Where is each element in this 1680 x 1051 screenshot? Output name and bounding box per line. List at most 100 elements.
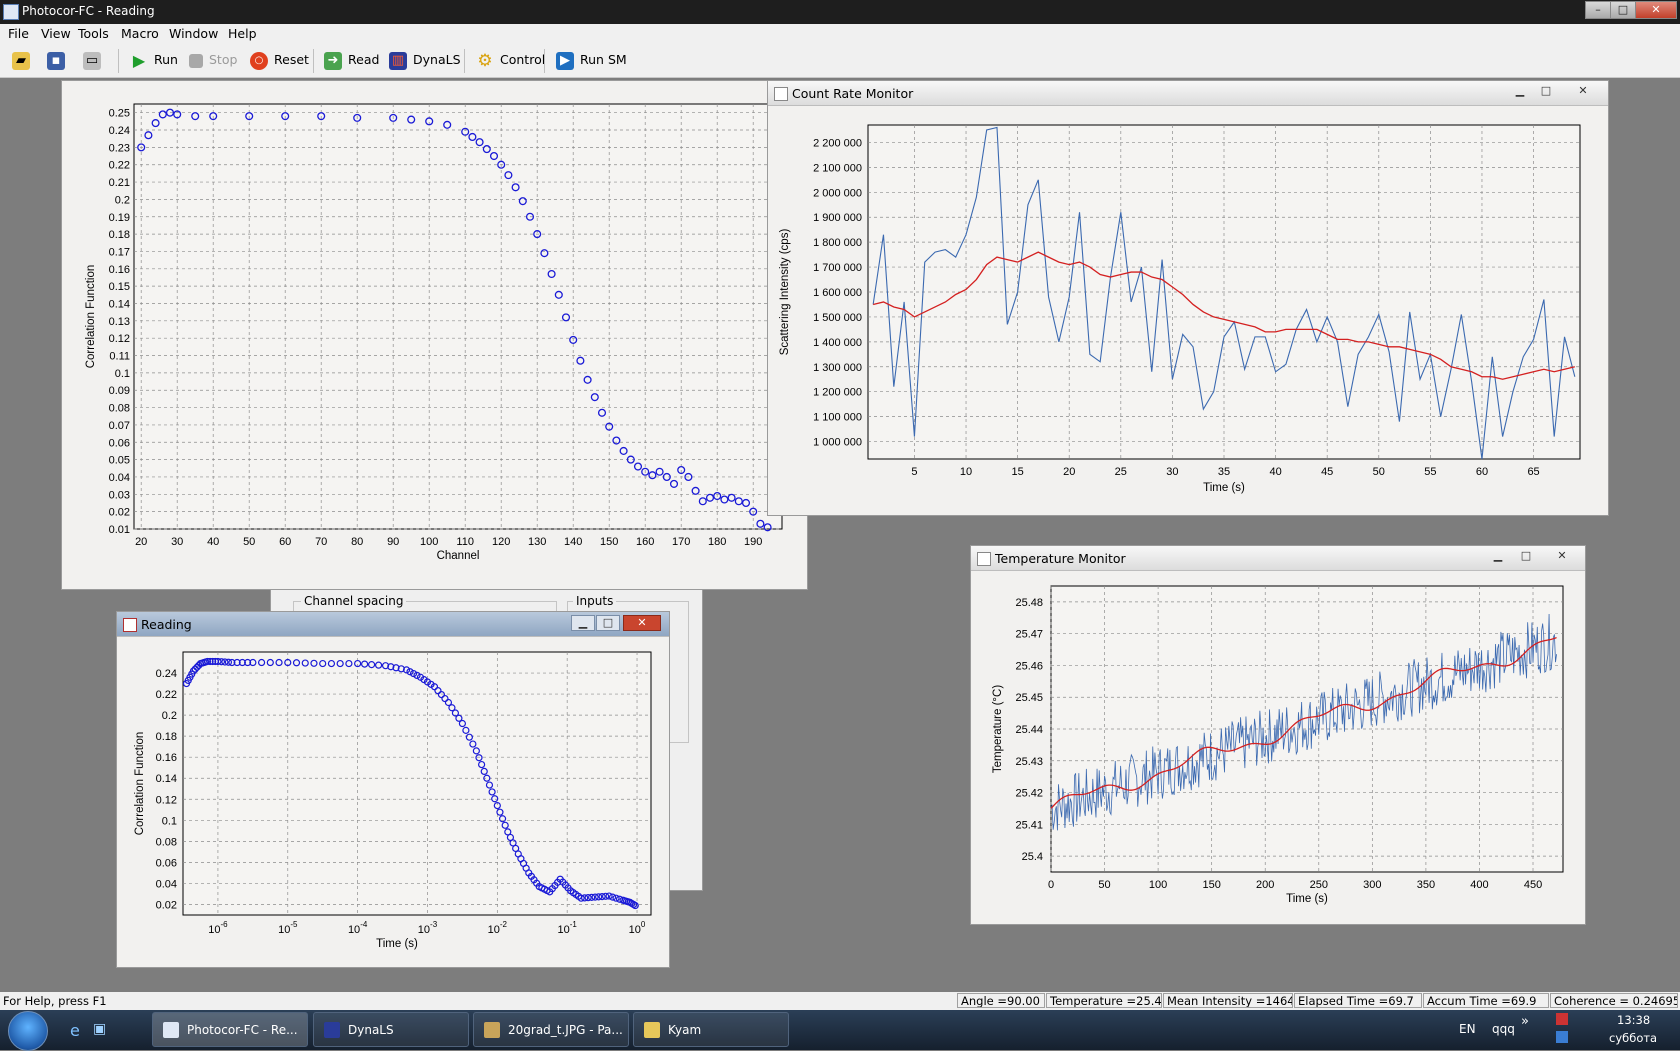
x-tick-label: 100: [1149, 879, 1167, 891]
y-tick-label: 1 800 000: [813, 237, 862, 249]
control-button[interactable]: ⚙ Control: [476, 49, 545, 71]
coherence-readout: Coherence = 0.24695: [1550, 993, 1678, 1008]
menu-window[interactable]: Window: [169, 26, 218, 41]
chevron-right-icon[interactable]: »: [1521, 1014, 1529, 1029]
y-tick-label: 1 100 000: [813, 412, 862, 424]
start-button[interactable]: [8, 1011, 48, 1051]
x-axis-label: Time (s): [376, 938, 418, 950]
y-tick-label: 25.45: [1015, 692, 1043, 704]
elapsed-time-readout: Elapsed Time =69.7: [1294, 993, 1422, 1008]
taskbar-item-dynals[interactable]: DynaLS: [313, 1012, 469, 1047]
y-tick-label: 0.09: [109, 385, 130, 397]
maximize-button[interactable]: □: [1610, 1, 1636, 19]
y-tick-label: 0.21: [109, 177, 130, 189]
open-button[interactable]: ▰: [12, 49, 36, 71]
app-title: Photocor-FC - Reading: [22, 4, 155, 18]
x-tick-label: 100: [629, 920, 646, 936]
run-button[interactable]: ▶ Run: [130, 49, 178, 71]
taskbar-label: Kyam: [668, 1023, 702, 1037]
paint-icon: [484, 1022, 500, 1038]
read-label: Read: [348, 52, 380, 67]
y-tick-label: 0.23: [109, 142, 130, 154]
y-tick-label: 0.06: [109, 437, 130, 449]
y-tick-label: 2 100 000: [813, 162, 862, 174]
x-tick-label: 30: [171, 536, 183, 548]
y-tick-label: 1 300 000: [813, 362, 862, 374]
taskbar-item-paint[interactable]: 20grad_t.JPG - Pa...: [473, 1012, 629, 1047]
reset-label: Reset: [274, 52, 309, 67]
y-tick-label: 25.47: [1015, 629, 1043, 641]
x-tick-label: 160: [636, 536, 654, 548]
y-tick-label: 0.01: [109, 524, 130, 536]
dynals-button[interactable]: ▥ DynaLS: [389, 49, 461, 71]
x-tick-label: 190: [744, 536, 762, 548]
x-tick-label: 65: [1527, 466, 1539, 478]
toolbar: ▰ ▪ ▭ ▶ Run Stop ○ Reset ➜ Read ▥ DynaLS ⚙ Co…: [0, 44, 1680, 78]
close-button[interactable]: ✕: [1635, 1, 1677, 19]
x-tick-label: 50: [1373, 466, 1385, 478]
network-icon[interactable]: [1556, 1031, 1568, 1043]
y-tick-label: 0.15: [109, 281, 130, 293]
reset-icon: ○: [250, 51, 268, 70]
y-tick-label: 0.05: [109, 455, 130, 467]
print-button[interactable]: ▭: [83, 49, 107, 71]
menu-bar: File View Tools Macro Window Help: [0, 24, 1680, 44]
angle-readout: Angle =90.00: [957, 993, 1045, 1008]
minimize-button[interactable]: –: [1585, 1, 1611, 19]
x-tick-label: 180: [708, 536, 726, 548]
y-tick-label: 0.08: [109, 403, 130, 415]
status-bar: For Help, press F1 Angle =90.00 Temperat…: [0, 992, 1680, 1010]
accum-time-readout: Accum Time =69.9: [1423, 993, 1549, 1008]
y-tick-label: 0.2: [115, 194, 130, 206]
menu-tools[interactable]: Tools: [78, 26, 109, 41]
read-button[interactable]: ➜ Read: [324, 49, 379, 71]
y-tick-label: 0.13: [109, 316, 130, 328]
y-tick-label: 0.06: [156, 857, 177, 869]
run-sm-button[interactable]: ▶ Run SM: [556, 49, 627, 71]
x-tick-label: 10-3: [418, 920, 438, 936]
reading-window: Reading ▁ □ ✕ 10-6 10-5 10-4 10-3 10-2 10-1 10…: [116, 611, 670, 968]
stop-button[interactable]: Stop: [189, 49, 237, 71]
taskbar-item-kyam[interactable]: Kyam: [633, 1012, 789, 1047]
control-label: Control: [500, 52, 546, 67]
x-tick-label: 150: [600, 536, 618, 548]
quicklaunch-icon[interactable]: ▣: [93, 1021, 106, 1037]
language-indicator[interactable]: EN: [1459, 1022, 1476, 1036]
printer-icon: ▭: [83, 51, 101, 70]
x-tick-label: 20: [1063, 466, 1075, 478]
y-tick-label: 0.14: [156, 773, 177, 785]
x-tick-label: 200: [1256, 879, 1274, 891]
x-tick-label: 0: [1048, 879, 1054, 891]
x-axis-label: Time (s): [1203, 482, 1245, 494]
x-tick-label: 25: [1115, 466, 1127, 478]
folder-open-icon: ▰: [12, 51, 30, 70]
tray-icon[interactable]: [1556, 1013, 1568, 1025]
y-tick-label: 0.03: [109, 489, 130, 501]
channel-spacing-label: Channel spacing: [301, 594, 407, 608]
run-sm-icon: ▶: [556, 51, 574, 70]
taskbar-item-photocor[interactable]: Photocor-FC - Re...: [152, 1012, 308, 1047]
menu-macro[interactable]: Macro: [121, 26, 159, 41]
save-button[interactable]: ▪: [47, 49, 71, 71]
x-tick-label: 150: [1202, 879, 1220, 891]
x-tick-label: 40: [1269, 466, 1281, 478]
y-tick-label: 0.02: [156, 899, 177, 911]
y-tick-label: 0.2: [162, 710, 177, 722]
x-axis-label: Channel: [437, 550, 480, 562]
menu-view[interactable]: View: [41, 26, 71, 41]
x-tick-label: 120: [492, 536, 510, 548]
x-tick-label: 110: [456, 536, 474, 548]
ie-icon[interactable]: e: [70, 1021, 80, 1040]
plot-area: [133, 103, 783, 530]
y-tick-label: 1 600 000: [813, 287, 862, 299]
y-tick-label: 25.4: [1022, 851, 1043, 863]
x-tick-label: 170: [672, 536, 690, 548]
x-tick-label: 60: [279, 536, 291, 548]
folder-icon: [644, 1022, 660, 1038]
menu-help[interactable]: Help: [228, 26, 257, 41]
y-tick-label: 0.02: [109, 507, 130, 519]
reset-button[interactable]: ○ Reset: [250, 49, 309, 71]
menu-file[interactable]: File: [8, 26, 29, 41]
count-rate-chart: 5 10 15 20 25 30 35 40 45 50 55 60 65 2 200 000 2 100 …: [779, 124, 1581, 494]
correlation-window: 20 30 40 50 60 70 80 90 100 110 120 130 140 150 160 170…: [61, 80, 808, 590]
